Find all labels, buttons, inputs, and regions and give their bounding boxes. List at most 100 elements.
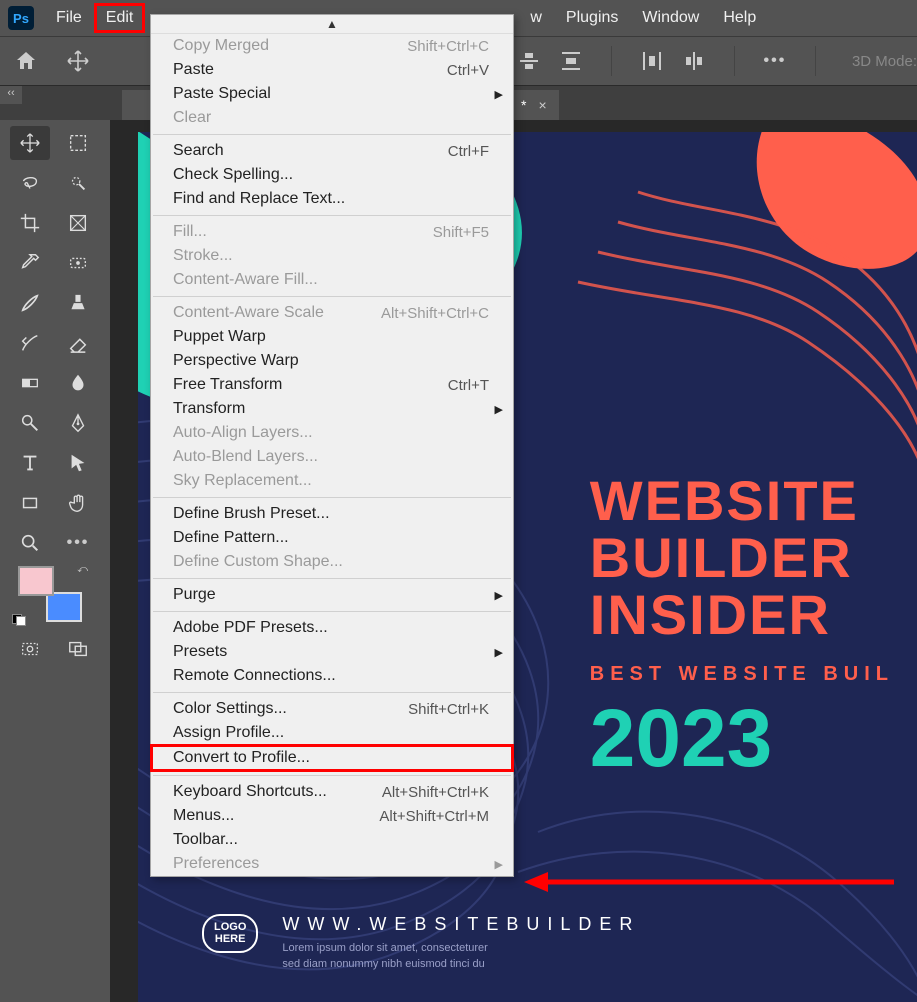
menu-item-paste-special[interactable]: Paste Special▶ bbox=[151, 82, 513, 106]
menu-item-label: Check Spelling... bbox=[173, 166, 293, 184]
menu-item-content-aware-fill: Content-Aware Fill... bbox=[151, 268, 513, 292]
menu-item-keyboard-shortcuts[interactable]: Keyboard Shortcuts...Alt+Shift+Ctrl+K bbox=[151, 780, 513, 804]
menu-item-label: Define Custom Shape... bbox=[173, 553, 343, 571]
hand-tool[interactable] bbox=[58, 486, 98, 520]
menu-item-find-and-replace-text[interactable]: Find and Replace Text... bbox=[151, 187, 513, 211]
menu-item-shortcut: Ctrl+V bbox=[447, 62, 489, 79]
menu-item-label: Sky Replacement... bbox=[173, 472, 312, 490]
blur-tool[interactable] bbox=[58, 366, 98, 400]
distribute-hcenter-icon[interactable] bbox=[682, 49, 706, 73]
menu-item-transform[interactable]: Transform▶ bbox=[151, 397, 513, 421]
menu-item-convert-to-profile[interactable]: Convert to Profile... bbox=[150, 744, 514, 772]
menu-item-define-custom-shape: Define Custom Shape... bbox=[151, 550, 513, 574]
tools-panel: ••• ⤺ bbox=[4, 120, 104, 678]
menu-separator bbox=[153, 134, 511, 135]
menu-item-label: Perspective Warp bbox=[173, 352, 299, 370]
crop-tool[interactable] bbox=[10, 206, 50, 240]
menu-item-auto-align-layers: Auto-Align Layers... bbox=[151, 421, 513, 445]
logo-line2: HERE bbox=[214, 934, 246, 946]
menu-separator bbox=[153, 215, 511, 216]
menu-item-label: Assign Profile... bbox=[173, 724, 284, 742]
move-tool-icon[interactable] bbox=[66, 49, 90, 73]
menu-separator bbox=[153, 692, 511, 693]
eraser-tool[interactable] bbox=[58, 326, 98, 360]
color-swatches[interactable]: ⤺ bbox=[18, 566, 82, 622]
menu-item-shortcut: Shift+F5 bbox=[433, 224, 489, 241]
menu-item-label: Remote Connections... bbox=[173, 667, 336, 685]
healing-brush-tool[interactable] bbox=[58, 246, 98, 280]
menu-item-remote-connections[interactable]: Remote Connections... bbox=[151, 664, 513, 688]
foreground-color-swatch[interactable] bbox=[18, 566, 54, 596]
distribute-left-icon[interactable] bbox=[640, 49, 664, 73]
clone-stamp-tool[interactable] bbox=[58, 286, 98, 320]
more-options-icon[interactable]: ••• bbox=[763, 49, 787, 73]
app-logo[interactable]: Ps bbox=[8, 6, 34, 30]
swap-colors-icon[interactable]: ⤺ bbox=[77, 564, 88, 575]
dodge-tool[interactable] bbox=[10, 406, 50, 440]
distribute-vcenter-icon[interactable] bbox=[517, 49, 541, 73]
frame-tool[interactable] bbox=[58, 206, 98, 240]
type-tool[interactable] bbox=[10, 446, 50, 480]
menu-item-puppet-warp[interactable]: Puppet Warp bbox=[151, 325, 513, 349]
menu-item-preferences: Preferences▶ bbox=[151, 852, 513, 876]
gradient-tool[interactable] bbox=[10, 366, 50, 400]
move-tool[interactable] bbox=[10, 126, 50, 160]
home-icon[interactable] bbox=[14, 49, 38, 73]
lasso-tool[interactable] bbox=[10, 166, 50, 200]
artwork-footer-url: WWW.WEBSITEBUILDER bbox=[282, 914, 640, 935]
menu-item-label: Keyboard Shortcuts... bbox=[173, 783, 327, 801]
submenu-arrow-icon: ▶ bbox=[495, 88, 503, 101]
menu-help[interactable]: Help bbox=[711, 3, 768, 33]
menu-item-presets[interactable]: Presets▶ bbox=[151, 640, 513, 664]
distribute-bottom-icon[interactable] bbox=[559, 49, 583, 73]
background-color-swatch[interactable] bbox=[46, 592, 82, 622]
menu-item-define-pattern[interactable]: Define Pattern... bbox=[151, 526, 513, 550]
menu-separator bbox=[153, 611, 511, 612]
path-select-tool[interactable] bbox=[58, 446, 98, 480]
menu-item-toolbar[interactable]: Toolbar... bbox=[151, 828, 513, 852]
quick-mask-icon[interactable] bbox=[10, 632, 50, 666]
menu-separator bbox=[153, 775, 511, 776]
brush-tool[interactable] bbox=[10, 286, 50, 320]
rect-marquee-tool[interactable] bbox=[58, 126, 98, 160]
menu-item-purge[interactable]: Purge▶ bbox=[151, 583, 513, 607]
menu-item-perspective-warp[interactable]: Perspective Warp bbox=[151, 349, 513, 373]
menu-item-label: Fill... bbox=[173, 223, 207, 241]
menu-item-content-aware-scale: Content-Aware ScaleAlt+Shift+Ctrl+C bbox=[151, 301, 513, 325]
menu-item-label: Clear bbox=[173, 109, 211, 127]
menu-file[interactable]: File bbox=[44, 3, 94, 33]
menu-item-define-brush-preset[interactable]: Define Brush Preset... bbox=[151, 502, 513, 526]
panel-collapse-icon[interactable]: ‹‹ bbox=[0, 86, 22, 104]
menu-item-paste[interactable]: PasteCtrl+V bbox=[151, 58, 513, 82]
quick-select-tool[interactable] bbox=[58, 166, 98, 200]
menu-separator bbox=[153, 296, 511, 297]
default-colors-icon[interactable] bbox=[12, 614, 26, 626]
menu-item-free-transform[interactable]: Free TransformCtrl+T bbox=[151, 373, 513, 397]
eyedropper-tool[interactable] bbox=[10, 246, 50, 280]
menu-item-color-settings[interactable]: Color Settings...Shift+Ctrl+K bbox=[151, 697, 513, 721]
history-brush-tool[interactable] bbox=[10, 326, 50, 360]
edit-toolbar-icon[interactable]: ••• bbox=[58, 526, 98, 560]
menu-item-assign-profile[interactable]: Assign Profile... bbox=[151, 721, 513, 745]
rectangle-tool[interactable] bbox=[10, 486, 50, 520]
pen-tool[interactable] bbox=[58, 406, 98, 440]
screen-mode-icon[interactable] bbox=[58, 632, 98, 666]
menu-item-search[interactable]: SearchCtrl+F bbox=[151, 139, 513, 163]
menu-item-adobe-pdf-presets[interactable]: Adobe PDF Presets... bbox=[151, 616, 513, 640]
edit-menu-dropdown: ▲ Copy MergedShift+Ctrl+CPasteCtrl+VPast… bbox=[150, 14, 514, 877]
menu-item-label: Search bbox=[173, 142, 224, 160]
menu-plugins[interactable]: Plugins bbox=[554, 3, 630, 33]
zoom-tool[interactable] bbox=[10, 526, 50, 560]
menu-item-menus[interactable]: Menus...Alt+Shift+Ctrl+M bbox=[151, 804, 513, 828]
menu-edit[interactable]: Edit bbox=[94, 3, 146, 33]
menu-item-auto-blend-layers: Auto-Blend Layers... bbox=[151, 445, 513, 469]
menu-obscured-w[interactable]: w bbox=[518, 3, 554, 33]
menu-item-check-spelling[interactable]: Check Spelling... bbox=[151, 163, 513, 187]
menu-item-label: Free Transform bbox=[173, 376, 282, 394]
menu-scroll-up-icon[interactable]: ▲ bbox=[151, 15, 513, 34]
menu-item-label: Define Pattern... bbox=[173, 529, 289, 547]
menu-window[interactable]: Window bbox=[630, 3, 711, 33]
menu-item-label: Auto-Align Layers... bbox=[173, 424, 313, 442]
menu-item-label: Purge bbox=[173, 586, 216, 604]
tab-close-icon[interactable]: × bbox=[536, 97, 548, 113]
